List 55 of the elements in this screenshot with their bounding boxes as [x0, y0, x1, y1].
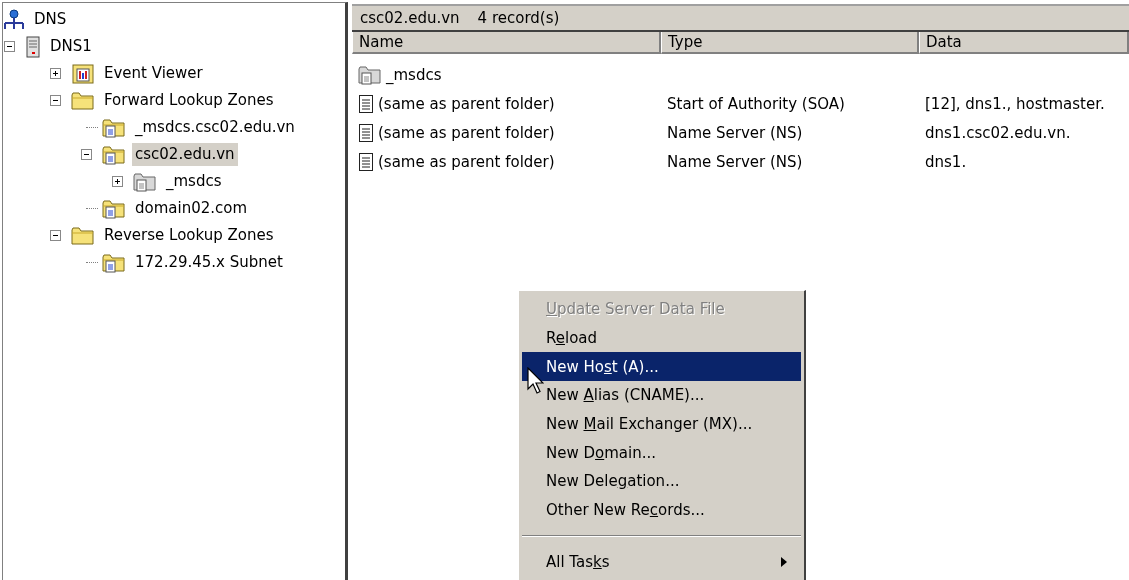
menu-item[interactable]: New Delegation...: [522, 467, 801, 496]
document-icon: [358, 93, 374, 114]
expand-toggle[interactable]: [50, 95, 61, 106]
tree-item[interactable]: DNS1: [47, 35, 95, 58]
submenu-arrow-icon: [781, 556, 787, 567]
expand-toggle[interactable]: [4, 41, 15, 52]
tree-item[interactable]: DNS: [31, 8, 70, 31]
folder-document-icon: [102, 197, 126, 220]
tree-item[interactable]: _msdcs: [163, 170, 225, 193]
menu-item[interactable]: Reload: [522, 323, 801, 353]
record-count: 4 record(s): [477, 9, 560, 27]
event-log-icon: [71, 62, 95, 85]
tree-item[interactable]: domain02.com: [132, 197, 251, 220]
menu-item[interactable]: New Alias (CNAME)...: [522, 381, 801, 410]
document-icon: [358, 122, 374, 143]
mouse-pointer-icon: [527, 367, 544, 394]
expand-toggle[interactable]: [50, 230, 61, 241]
table-cell: (same as parent folder): [378, 123, 555, 142]
tree-item[interactable]: csc02.edu.vn: [132, 143, 238, 166]
folder-document-icon: [102, 116, 126, 139]
tree-item[interactable]: Forward Lookup Zones: [101, 89, 277, 112]
document-icon: [358, 151, 374, 172]
tree-item[interactable]: Event Viewer: [101, 62, 206, 85]
expand-toggle[interactable]: [112, 176, 123, 187]
folder-document-icon: [102, 143, 126, 166]
menu-item[interactable]: All Tasks: [522, 547, 801, 577]
zone-name: csc02.edu.vn: [360, 9, 460, 27]
folder-document-icon: [102, 251, 126, 274]
column-header[interactable]: Data: [919, 32, 1129, 54]
tree-item[interactable]: Reverse Lookup Zones: [101, 224, 277, 247]
table-cell: [12], dns1., hostmaster.: [925, 94, 1105, 113]
folder-document-icon: [358, 63, 382, 86]
column-header[interactable]: Type: [661, 32, 919, 54]
table-cell: _msdcs: [386, 65, 442, 84]
tree-item[interactable]: 172.29.45.x Subnet: [132, 251, 286, 274]
table-cell: Start of Authority (SOA): [667, 94, 845, 113]
table-cell: dns1.csc02.edu.vn.: [925, 123, 1071, 142]
menu-item[interactable]: Other New Records...: [522, 495, 801, 525]
table-cell: (same as parent folder): [378, 152, 555, 171]
server-icon: [25, 35, 41, 58]
table-cell: dns1.: [925, 152, 967, 171]
table-cell: Name Server (NS): [667, 152, 803, 171]
expand-toggle[interactable]: [50, 68, 61, 79]
tree-item[interactable]: _msdcs.csc02.edu.vn: [132, 116, 298, 139]
menu-item[interactable]: New Mail Exchanger (MX)...: [522, 409, 801, 439]
expand-toggle[interactable]: [81, 149, 92, 160]
menu-item[interactable]: New Domain...: [522, 438, 801, 468]
table-cell: (same as parent folder): [378, 94, 555, 113]
table-cell: Name Server (NS): [667, 123, 803, 142]
folder-icon: [71, 89, 95, 112]
column-header[interactable]: Name: [352, 32, 661, 54]
folder-icon: [71, 224, 95, 247]
network-icon: [3, 8, 25, 31]
menu-item[interactable]: New Host (A)...: [522, 352, 801, 382]
folder-document-icon: [133, 170, 157, 193]
